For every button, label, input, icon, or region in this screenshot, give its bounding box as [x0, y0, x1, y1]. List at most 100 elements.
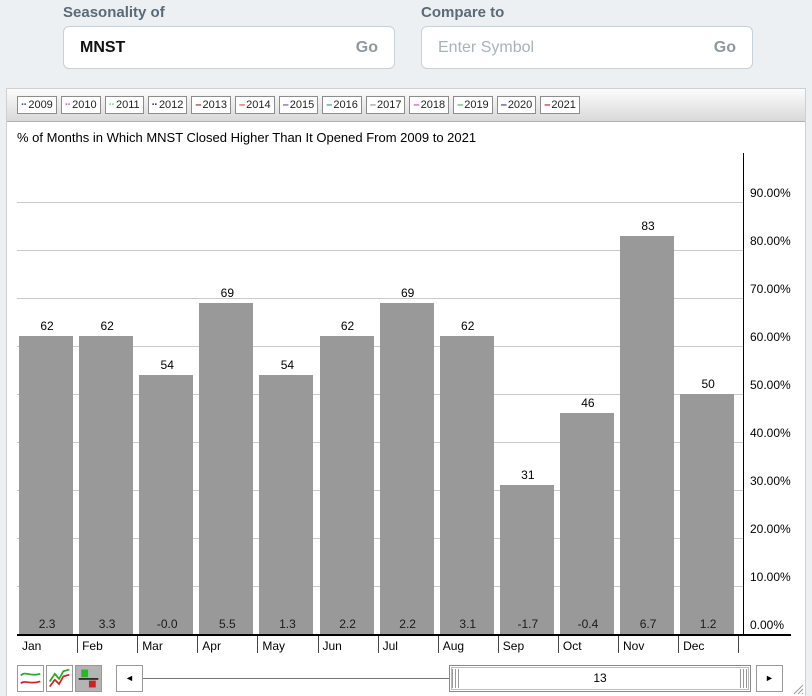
y-tick-label: 0.00%	[750, 618, 784, 632]
smooth-line-chart-icon[interactable]	[17, 665, 44, 692]
month-label-Dec: Dec	[683, 639, 704, 653]
legend-year-2017[interactable]: –2017	[366, 96, 406, 114]
legend-year-2019[interactable]: –2019	[453, 96, 493, 114]
legend-bar: ··2009··2010··2011··2012–2013–2014–2015–…	[7, 89, 805, 122]
zigzag-line-chart-icon[interactable]	[46, 665, 73, 692]
seasonality-form: Seasonality of Go	[63, 0, 395, 85]
y-axis-line	[743, 153, 744, 634]
compare-go-button[interactable]: Go	[714, 39, 736, 57]
bar-Nov	[620, 236, 674, 634]
slider-left-grip[interactable]	[452, 669, 460, 688]
avg-change-label: 5.5	[197, 617, 257, 631]
bar-value-label: 50	[678, 377, 738, 391]
y-tick-label: 80.00%	[750, 234, 791, 248]
year-marker-icon: –	[544, 99, 549, 111]
bar-value-label: 62	[17, 319, 77, 333]
scrollbar-track[interactable]	[143, 678, 449, 679]
compare-label: Compare to	[421, 4, 753, 21]
month-label-Feb: Feb	[82, 639, 103, 653]
legend-year-2009[interactable]: ··2009	[17, 96, 57, 114]
month-tick	[438, 636, 439, 653]
month-label-Jun: Jun	[323, 639, 342, 653]
legend-year-2010[interactable]: ··2010	[61, 96, 101, 114]
y-tick-label: 30.00%	[750, 474, 791, 488]
resize-grip-icon[interactable]	[790, 681, 804, 695]
avg-change-label: -0.0	[137, 617, 197, 631]
bar-value-label: 31	[498, 468, 558, 482]
year-label: 2016	[333, 99, 357, 111]
bar-Apr	[199, 303, 253, 634]
year-marker-icon: ··	[152, 99, 157, 111]
scrollbar-slider[interactable]: 13	[449, 665, 751, 692]
page: Seasonality of Go Compare to Go ··2009··…	[0, 0, 812, 696]
legend-year-2016[interactable]: –2016	[322, 96, 362, 114]
compare-input[interactable]	[438, 39, 714, 57]
month-tick	[378, 636, 379, 653]
y-tick-label: 20.00%	[750, 522, 791, 536]
legend-year-2020[interactable]: –2020	[497, 96, 537, 114]
year-marker-icon: –	[195, 99, 200, 111]
avg-change-label: 6.7	[618, 617, 678, 631]
bar-Oct	[560, 413, 614, 634]
year-marker-icon: ··	[65, 99, 70, 111]
year-marker-icon: –	[239, 99, 244, 111]
bottom-toolbar: ◄ 13 ►	[7, 660, 805, 696]
symbol-input-box: Go	[63, 26, 395, 69]
y-tick-label: 50.00%	[750, 378, 791, 392]
bar-value-label: 62	[318, 319, 378, 333]
avg-change-label: 2.2	[378, 617, 438, 631]
month-tick	[197, 636, 198, 653]
year-marker-icon: –	[283, 99, 288, 111]
year-label: 2018	[421, 99, 445, 111]
legend-year-2015[interactable]: –2015	[279, 96, 319, 114]
year-label: 2012	[159, 99, 183, 111]
year-label: 2015	[290, 99, 314, 111]
month-label-Jul: Jul	[383, 639, 398, 653]
slider-right-grip[interactable]	[740, 669, 748, 688]
legend-year-2012[interactable]: ··2012	[148, 96, 188, 114]
month-tick	[77, 636, 78, 653]
month-tick	[318, 636, 319, 653]
year-label: 2020	[508, 99, 532, 111]
bar-value-label: 62	[438, 319, 498, 333]
scroll-right-button[interactable]: ►	[756, 665, 783, 692]
legend-year-2018[interactable]: –2018	[409, 96, 449, 114]
chart-card: ··2009··2010··2011··2012–2013–2014–2015–…	[6, 88, 806, 696]
legend-year-2011[interactable]: ··2011	[105, 96, 144, 114]
year-marker-icon: ··	[21, 99, 26, 111]
year-label: 2010	[72, 99, 96, 111]
symbol-input[interactable]	[80, 39, 356, 57]
legend-year-2014[interactable]: –2014	[235, 96, 275, 114]
year-marker-icon: –	[501, 99, 506, 111]
year-marker-icon: –	[457, 99, 462, 111]
scroll-left-button[interactable]: ◄	[116, 665, 143, 692]
bar-value-label: 69	[197, 286, 257, 300]
month-tick	[137, 636, 138, 653]
year-label: 2013	[203, 99, 227, 111]
year-marker-icon: –	[326, 99, 331, 111]
bar-Dec	[680, 394, 734, 634]
plot-region: 0.00%10.00%20.00%30.00%40.00%50.00%60.00…	[7, 122, 805, 660]
bar-value-label: 62	[77, 319, 137, 333]
year-marker-icon: ··	[109, 99, 114, 111]
bar-Feb	[79, 336, 133, 634]
year-label: 2014	[246, 99, 270, 111]
year-label: 2021	[551, 99, 575, 111]
avg-change-label: -1.7	[498, 617, 558, 631]
chart-area: % of Months in Which MNST Closed Higher …	[7, 122, 805, 660]
seasonality-label: Seasonality of	[63, 4, 395, 21]
bar-value-label: 46	[558, 396, 618, 410]
avg-change-label: 1.3	[257, 617, 317, 631]
avg-change-label: 3.1	[438, 617, 498, 631]
month-tick	[498, 636, 499, 653]
year-label: 2019	[464, 99, 488, 111]
symbol-go-button[interactable]: Go	[356, 39, 378, 57]
avg-change-label: 3.3	[77, 617, 137, 631]
bar-Sep	[500, 485, 554, 634]
legend-year-2021[interactable]: –2021	[540, 96, 580, 114]
bar-chart-icon[interactable]	[75, 665, 102, 692]
y-tick-label: 70.00%	[750, 282, 791, 296]
month-label-Oct: Oct	[563, 639, 582, 653]
legend-year-2013[interactable]: –2013	[191, 96, 231, 114]
month-label-Sep: Sep	[503, 639, 524, 653]
